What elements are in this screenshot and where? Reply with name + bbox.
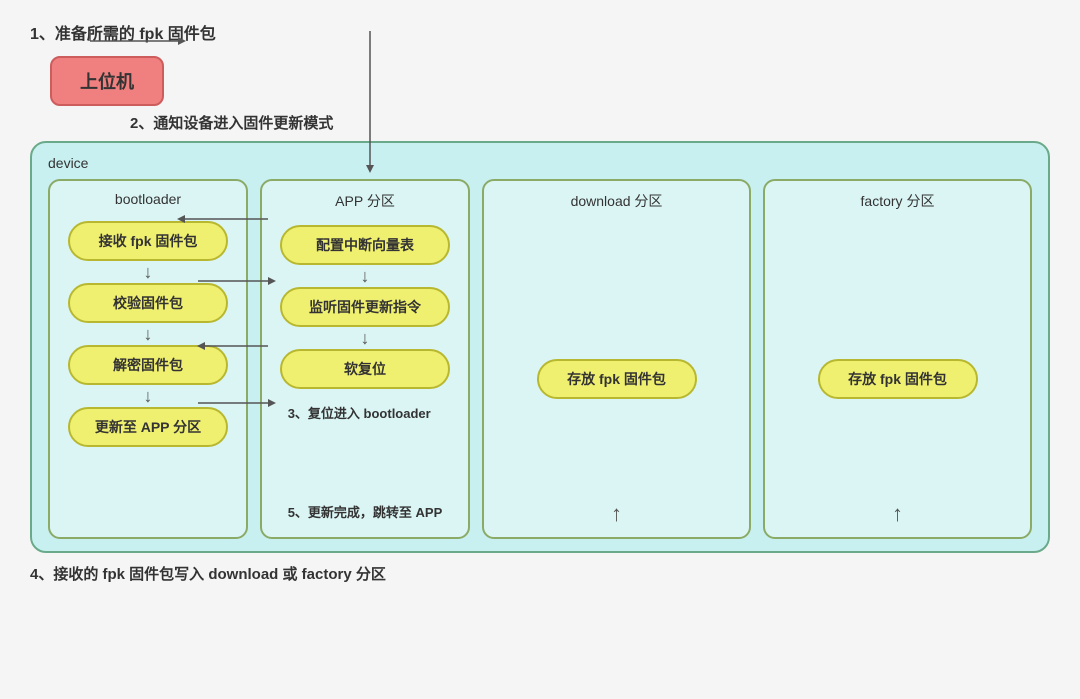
step3-label: 3、复位进入 bootloader	[288, 403, 443, 422]
bootloader-stack: 接收 fpk 固件包 ↓ 校验固件包 ↓ 解密固件包 ↓ 更新至 APP 分区	[60, 221, 236, 447]
app-title: APP 分区	[272, 191, 458, 211]
step2-label: 2、通知设备进入固件更新模式	[130, 112, 1050, 133]
boot-pill-3: 解密固件包	[68, 345, 228, 385]
app-arrow-1: ↓	[272, 265, 458, 287]
diagram-wrapper: device bootloader 接收 fpk 固件包 ↓ 校验固件包 ↓ 解…	[30, 141, 1050, 553]
device-container: device bootloader 接收 fpk 固件包 ↓ 校验固件包 ↓ 解…	[30, 141, 1050, 553]
top-section: 上位机 2、通知设备进入固件更新模式	[30, 56, 1050, 133]
step4-label: 4、接收的 fpk 固件包写入 download 或 factory 分区	[30, 563, 1050, 584]
partitions-row: bootloader 接收 fpk 固件包 ↓ 校验固件包 ↓ 解密固件包 ↓ …	[48, 179, 1032, 539]
factory-title: factory 分区	[861, 191, 935, 211]
app-pill-3: 软复位	[280, 349, 450, 389]
download-store-area: 存放 fpk 固件包	[537, 265, 697, 493]
step5-label: 5、更新完成，跳转至 APP	[288, 502, 443, 521]
download-store-pill: 存放 fpk 固件包	[537, 359, 697, 399]
page-container: 1、准备所需的 fpk 固件包 上位机 2、通知设备进入固件更新模式 devic…	[0, 0, 1080, 699]
download-title: download 分区	[571, 191, 663, 211]
partition-bootloader: bootloader 接收 fpk 固件包 ↓ 校验固件包 ↓ 解密固件包 ↓ …	[48, 179, 248, 539]
device-label: device	[48, 155, 1032, 171]
partition-download: download 分区 存放 fpk 固件包 ↑	[482, 179, 751, 539]
shangweiji-box: 上位机	[50, 56, 164, 106]
partition-app: APP 分区 配置中断向量表 ↓ 监听固件更新指令 ↓ 软复位 3、复位进入 b…	[260, 179, 470, 539]
app-arrow-2: ↓	[272, 327, 458, 349]
bootloader-title: bootloader	[60, 191, 236, 207]
app-pill-2: 监听固件更新指令	[280, 287, 450, 327]
app-stack: 配置中断向量表 ↓ 监听固件更新指令 ↓ 软复位 3、复位进入 bootload…	[272, 225, 458, 525]
step1-label: 1、准备所需的 fpk 固件包	[30, 20, 1050, 44]
arrow-3: ↓	[60, 385, 236, 407]
factory-up-arrow: ↑	[892, 493, 903, 527]
step35-labels: 3、复位进入 bootloader 5、更新完成，跳转至 APP	[288, 395, 443, 525]
factory-store-pill: 存放 fpk 固件包	[818, 359, 978, 399]
factory-store-area: 存放 fpk 固件包	[818, 265, 978, 493]
app-pill-1: 配置中断向量表	[280, 225, 450, 265]
boot-pill-4: 更新至 APP 分区	[68, 407, 228, 447]
partition-factory: factory 分区 存放 fpk 固件包 ↑	[763, 179, 1032, 539]
boot-pill-2: 校验固件包	[68, 283, 228, 323]
download-up-arrow: ↑	[611, 493, 622, 527]
arrow-2: ↓	[60, 323, 236, 345]
boot-pill-1: 接收 fpk 固件包	[68, 221, 228, 261]
arrow-1: ↓	[60, 261, 236, 283]
